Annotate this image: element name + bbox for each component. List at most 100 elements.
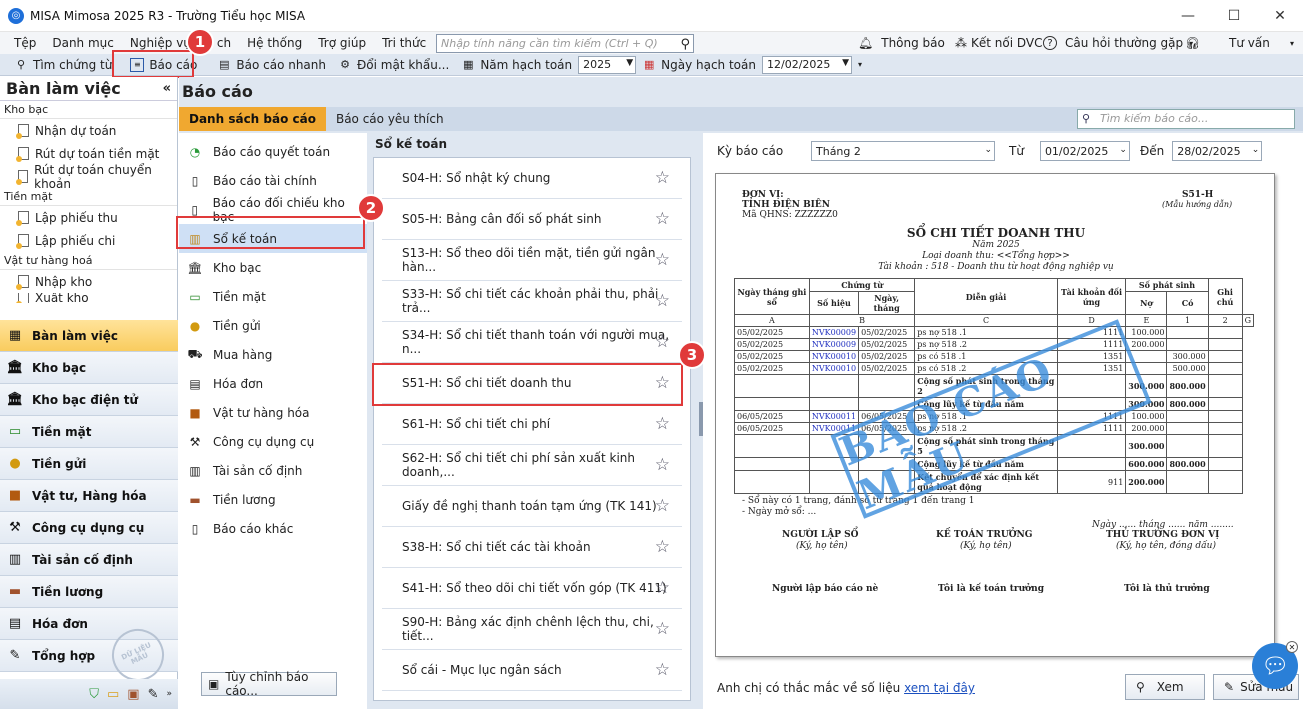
category-item[interactable]: ▤ Hóa đơn <box>179 369 367 398</box>
see-here-link[interactable]: xem tại đây <box>904 681 975 695</box>
category-item[interactable]: 🏛︎ Kho bạc <box>179 253 367 282</box>
workspace-item[interactable]: Rút dự toán chuyển khoản <box>0 163 177 191</box>
star-icon[interactable]: ☆ <box>655 332 670 352</box>
category-item[interactable]: ▯ Báo cáo tài chính <box>179 166 367 195</box>
report-item[interactable]: Giấy đề nghị thanh toán tạm ứng (TK 141)… <box>382 486 682 527</box>
tab-favorite-reports[interactable]: Báo cáo yêu thích <box>326 107 454 131</box>
star-icon[interactable]: ☆ <box>655 414 670 434</box>
star-icon[interactable]: ☆ <box>655 168 670 188</box>
category-item[interactable]: ◔ Báo cáo quyết toán <box>179 137 367 166</box>
close-icon[interactable]: ✕ <box>1257 0 1303 32</box>
report-item[interactable]: S41-H: Sổ theo dõi chi tiết vốn góp (TK … <box>382 568 682 609</box>
from-date-input[interactable]: 01/02/2025 ⌄ <box>1039 141 1130 161</box>
collapse-icon[interactable]: « <box>163 81 171 96</box>
category-item[interactable]: ⛟ Mua hàng <box>179 340 367 369</box>
chevron-down-icon: ⌄ <box>984 145 992 155</box>
quick-report-button[interactable]: ▤ Báo cáo nhanh <box>211 55 332 75</box>
category-item[interactable]: ● Tiền gửi <box>179 311 367 340</box>
form-code: S51-H <box>1182 190 1214 200</box>
connect-dvc-menu[interactable]: ⁂ Kết nối DVC <box>955 32 1042 54</box>
nav-workspace[interactable]: ▦ Bàn làm việc <box>0 320 178 352</box>
star-icon[interactable]: ☆ <box>655 250 670 270</box>
to-date-input[interactable]: 28/02/2025 ⌄ <box>1172 141 1263 161</box>
table-cell <box>734 457 810 471</box>
report-item[interactable]: S90-H: Bảng xác định chênh lệch thu, chi… <box>382 609 682 650</box>
nav-cash[interactable]: ▭ Tiền mặt <box>0 416 178 448</box>
report-item[interactable]: S34-H: Sổ chi tiết thanh toán với người … <box>382 322 682 363</box>
category-item[interactable]: ■ Vật tư hàng hóa <box>179 398 367 427</box>
report-item[interactable]: S13-H: Sổ theo dõi tiền mặt, tiền gửi ng… <box>382 240 682 281</box>
report-item[interactable]: S61-H: Sổ chi tiết chi phí ☆ <box>382 404 682 445</box>
search-icon[interactable]: ⚲ <box>680 36 690 53</box>
tab-report-list[interactable]: Danh sách báo cáo <box>179 107 326 131</box>
nav-salary[interactable]: ▬ Tiền lương <box>0 576 178 608</box>
nav-treasury[interactable]: 🏛︎ Kho bạc <box>0 352 178 384</box>
signer-name: Tôi là kế toán trưởng <box>938 584 1045 594</box>
table-cell: 05/02/2025 <box>858 350 916 363</box>
category-item[interactable]: ▥ Tài sản cố định <box>179 456 367 485</box>
period-select[interactable]: Tháng 2 ⌄ <box>811 141 995 161</box>
category-item[interactable]: ▯ Báo cáo khác <box>179 514 367 543</box>
customize-report-button[interactable]: ▣ Tùy chỉnh báo cáo... <box>201 670 337 698</box>
find-voucher-button[interactable]: ⚲ Tìm chứng từ <box>0 55 118 75</box>
folder-icon[interactable]: ▭ <box>107 687 119 702</box>
fiscal-year-select[interactable]: 2025 ▼ <box>578 55 637 74</box>
star-icon[interactable]: ☆ <box>655 537 670 557</box>
notify-menu[interactable]: 🔔︎ Thông báo <box>858 32 945 54</box>
table-cell <box>1207 422 1243 435</box>
close-chat-icon[interactable]: ✕ <box>1286 641 1298 653</box>
nav-deposit[interactable]: ● Tiền gửi <box>0 448 178 480</box>
shield-icon[interactable]: ⛉ <box>89 687 99 702</box>
workspace-item[interactable]: Lập phiếu thu <box>0 206 177 229</box>
report-search-input[interactable]: ⚲ Tìm kiếm báo cáo... <box>1077 109 1295 129</box>
menu-file[interactable]: Tệp <box>6 36 44 50</box>
report-item[interactable]: S04-H: Sổ nhật ký chung ☆ <box>382 158 682 199</box>
star-icon[interactable]: ☆ <box>655 455 670 475</box>
workspace-item[interactable]: Lập phiếu chi <box>0 229 177 252</box>
nav-tools[interactable]: ⚒ Công cụ dụng cụ <box>0 512 178 544</box>
report-item[interactable]: S62-H: Sổ chi tiết chi phí sản xuất kinh… <box>382 445 682 486</box>
minimize-icon[interactable]: — <box>1165 0 1211 32</box>
workspace-item[interactable]: Nhận dự toán <box>0 119 177 142</box>
table-cell <box>1207 362 1243 375</box>
menu-catalog[interactable]: Danh mục <box>44 36 122 50</box>
headset-icon[interactable]: 🎧︎ <box>1185 32 1200 54</box>
maximize-icon[interactable]: ☐ <box>1211 0 1257 32</box>
report-group-title: Sổ kế toán <box>375 137 447 151</box>
report-item[interactable]: S38-H: Sổ chi tiết các tài khoản ☆ <box>382 527 682 568</box>
briefcase-icon[interactable]: ▣ <box>127 687 139 702</box>
star-icon[interactable]: ☆ <box>655 496 670 516</box>
category-item[interactable]: ▬ Tiền lương <box>179 485 367 514</box>
menu-help[interactable]: Trợ giúp <box>310 36 374 50</box>
menu-knowledge[interactable]: Tri thức <box>374 36 434 50</box>
star-icon[interactable]: ☆ <box>655 619 670 639</box>
star-icon[interactable]: ☆ <box>655 291 670 311</box>
report-item[interactable]: S05-H: Bảng cân đối số phát sinh ☆ <box>382 199 682 240</box>
nav-e-treasury[interactable]: 🏛︎ Kho bạc điện tử <box>0 384 178 416</box>
nav-fixed-assets[interactable]: ▥ Tài sản cố định <box>0 544 178 576</box>
workspace-item[interactable]: Xuất kho <box>0 293 177 303</box>
faq-menu[interactable]: ? Câu hỏi thường gặp ▾ <box>1043 32 1193 54</box>
feature-search-input[interactable]: Nhập tính năng cần tìm kiếm (Ctrl + Q) ⚲ <box>436 34 694 53</box>
report-item[interactable]: Sổ cái - Mục lục ngân sách ☆ <box>382 650 682 691</box>
nav-materials[interactable]: ■ Vật tư, Hàng hóa <box>0 480 178 512</box>
star-icon[interactable]: ☆ <box>655 578 670 598</box>
category-item[interactable]: ▭ Tiền mặt <box>179 282 367 311</box>
unit-label: ĐƠN VỊ: <box>742 190 784 200</box>
chevron-down-icon[interactable]: ▾ <box>1290 32 1294 54</box>
posting-date-input[interactable]: 12/02/2025 ▼ <box>762 55 852 74</box>
star-icon[interactable]: ☆ <box>655 660 670 680</box>
menu-system[interactable]: Hệ thống <box>239 36 310 50</box>
view-button[interactable]: ⚲ Xem <box>1125 674 1205 700</box>
edit-icon[interactable]: ✎ <box>148 687 159 702</box>
toolbar-more-icon[interactable]: ▾ <box>852 55 868 75</box>
more-icon[interactable]: » <box>166 689 172 699</box>
report-item[interactable]: S33-H: Sổ chi tiết các khoản phải thu, p… <box>382 281 682 322</box>
category-item[interactable]: ⚒ Công cụ dụng cụ <box>179 427 367 456</box>
consult-menu[interactable]: Tư vấn <box>1229 32 1270 54</box>
workspace-item[interactable]: Nhập kho <box>0 270 177 293</box>
change-password-button[interactable]: ⚙ Đổi mật khẩu... <box>332 55 455 75</box>
star-icon[interactable]: ☆ <box>655 209 670 229</box>
table-cell <box>1207 434 1243 458</box>
title-bar: ◎ MISA Mimosa 2025 R3 - Trường Tiểu học … <box>0 0 1303 32</box>
